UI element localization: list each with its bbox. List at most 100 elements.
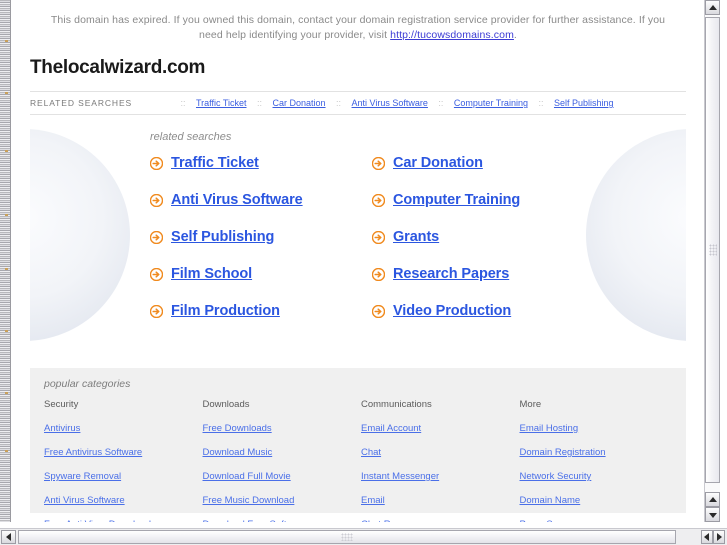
category-link[interactable]: Domain Registration <box>520 447 606 458</box>
list-item[interactable]: Download Free Software <box>203 514 356 522</box>
list-item[interactable]: Email <box>361 490 514 508</box>
horizontal-scrollbar[interactable] <box>0 528 700 545</box>
list-item[interactable]: Free Music Download <box>203 490 356 508</box>
category-link[interactable]: Spyware Removal <box>44 471 121 482</box>
arrow-circle-right-icon <box>149 156 164 170</box>
category-link[interactable]: Proxy Servers <box>520 519 580 522</box>
vertical-scrollbar[interactable] <box>704 0 720 522</box>
tucows-domains-link[interactable]: http://tucowsdomains.com <box>390 29 514 41</box>
category-column-more: More Email Hosting Domain Registration N… <box>520 399 673 522</box>
related-search-item[interactable]: Traffic Ticket <box>149 155 372 171</box>
scroll-left-button-secondary[interactable] <box>701 530 713 544</box>
related-search-item[interactable]: Grants <box>371 229 686 245</box>
list-item[interactable]: Download Music <box>203 442 356 460</box>
related-search-item[interactable]: Video Production <box>371 303 686 319</box>
scrollbar-grip <box>341 533 353 541</box>
related-search-link[interactable]: Film School <box>171 266 252 282</box>
category-column-security: Security Antivirus Free Antivirus Softwa… <box>44 399 197 522</box>
list-item[interactable]: Instant Messenger <box>361 466 514 484</box>
list-item[interactable]: Download Full Movie <box>203 466 356 484</box>
nav-link-anti-virus-software[interactable]: Anti Virus Software <box>352 98 428 108</box>
list-item[interactable]: Domain Registration <box>520 442 673 460</box>
category-link[interactable]: Email Account <box>361 423 421 434</box>
horizontal-scrollbar-thumb[interactable] <box>18 530 676 544</box>
scroll-right-button[interactable] <box>713 530 725 544</box>
category-link[interactable]: Domain Name <box>520 495 581 506</box>
triangle-left-icon <box>704 533 709 541</box>
related-search-item[interactable]: Anti Virus Software <box>149 192 372 208</box>
nav-separator: :: <box>538 98 544 108</box>
list-item[interactable]: Chat <box>361 442 514 460</box>
related-search-link[interactable]: Car Donation <box>393 155 483 171</box>
category-link[interactable]: Instant Messenger <box>361 471 439 482</box>
nav-link-car-donation[interactable]: Car Donation <box>273 98 326 108</box>
related-search-link[interactable]: Video Production <box>393 303 511 319</box>
nav-link-self-publishing[interactable]: Self Publishing <box>554 98 614 108</box>
category-link[interactable]: Free Antivirus Software <box>44 447 142 458</box>
arrow-circle-right-icon <box>371 267 386 281</box>
arrow-circle-right-icon <box>371 193 386 207</box>
list-item[interactable]: Proxy Servers <box>520 514 673 522</box>
category-link[interactable]: Network Security <box>520 471 592 482</box>
list-item[interactable]: Free Anti Virus Download <box>44 514 197 522</box>
related-search-link[interactable]: Grants <box>393 229 439 245</box>
scroll-left-button[interactable] <box>1 530 16 544</box>
list-item[interactable]: Email Hosting <box>520 418 673 436</box>
related-searches-label: RELATED SEARCHES <box>30 98 133 108</box>
related-search-link[interactable]: Film Production <box>171 303 280 319</box>
related-search-item[interactable]: Car Donation <box>371 155 686 171</box>
category-link[interactable]: Download Free Software <box>203 519 308 522</box>
list-item[interactable]: Free Downloads <box>203 418 356 436</box>
related-search-item[interactable]: Film Production <box>149 303 372 319</box>
browser-window: This domain has expired. If you owned th… <box>0 0 727 545</box>
list-item[interactable]: Domain Name <box>520 490 673 508</box>
nav-link-traffic-ticket[interactable]: Traffic Ticket <box>196 98 247 108</box>
notice-text-before: This domain has expired. If you owned th… <box>50 14 666 41</box>
related-search-item[interactable]: Research Papers <box>371 266 686 282</box>
category-link[interactable]: Free Downloads <box>203 423 272 434</box>
category-column-communications: Communications Email Account Chat Instan… <box>361 399 514 522</box>
category-link[interactable]: Free Anti Virus Download <box>44 519 151 522</box>
arrow-circle-right-icon <box>149 230 164 244</box>
triangle-left-icon <box>5 533 11 541</box>
list-item[interactable]: Chat Room <box>361 514 514 522</box>
related-search-link[interactable]: Computer Training <box>393 192 520 208</box>
category-link[interactable]: Free Music Download <box>203 495 295 506</box>
category-link[interactable]: Email Hosting <box>520 423 579 434</box>
popular-categories-heading: popular categories <box>44 378 131 390</box>
left-edge-gutter <box>0 0 11 522</box>
scroll-up-button[interactable] <box>705 0 720 15</box>
category-link[interactable]: Download Music <box>203 447 273 458</box>
nav-separator: :: <box>180 98 186 108</box>
list-item[interactable]: Anti Virus Software <box>44 490 197 508</box>
related-search-link[interactable]: Anti Virus Software <box>171 192 303 208</box>
category-link[interactable]: Download Full Movie <box>203 471 291 482</box>
category-link[interactable]: Chat <box>361 447 381 458</box>
arrow-circle-right-icon <box>371 304 386 318</box>
list-item[interactable]: Network Security <box>520 466 673 484</box>
related-search-link[interactable]: Self Publishing <box>171 229 274 245</box>
list-item[interactable]: Spyware Removal <box>44 466 197 484</box>
category-link[interactable]: Chat Room <box>361 519 409 522</box>
category-link[interactable]: Email <box>361 495 385 506</box>
list-item[interactable]: Email Account <box>361 418 514 436</box>
scrollbar-corner <box>700 528 727 545</box>
triangle-up-icon <box>708 4 717 10</box>
list-item[interactable]: Antivirus <box>44 418 197 436</box>
vertical-scrollbar-track[interactable] <box>705 15 720 492</box>
category-link[interactable]: Antivirus <box>44 423 80 434</box>
category-link[interactable]: Anti Virus Software <box>44 495 125 506</box>
related-search-link[interactable]: Research Papers <box>393 266 509 282</box>
scroll-down-button-secondary[interactable] <box>705 507 720 522</box>
vertical-scrollbar-thumb[interactable] <box>705 17 720 483</box>
arrow-circle-right-icon <box>149 267 164 281</box>
page-content: This domain has expired. If you owned th… <box>12 0 704 522</box>
scroll-down-button[interactable] <box>705 492 720 507</box>
related-search-item[interactable]: Self Publishing <box>149 229 372 245</box>
related-search-item[interactable]: Computer Training <box>371 192 686 208</box>
related-search-item[interactable]: Film School <box>149 266 372 282</box>
related-search-link[interactable]: Traffic Ticket <box>171 155 259 171</box>
list-item[interactable]: Free Antivirus Software <box>44 442 197 460</box>
nav-link-computer-training[interactable]: Computer Training <box>454 98 528 108</box>
arrow-circle-right-icon <box>371 230 386 244</box>
